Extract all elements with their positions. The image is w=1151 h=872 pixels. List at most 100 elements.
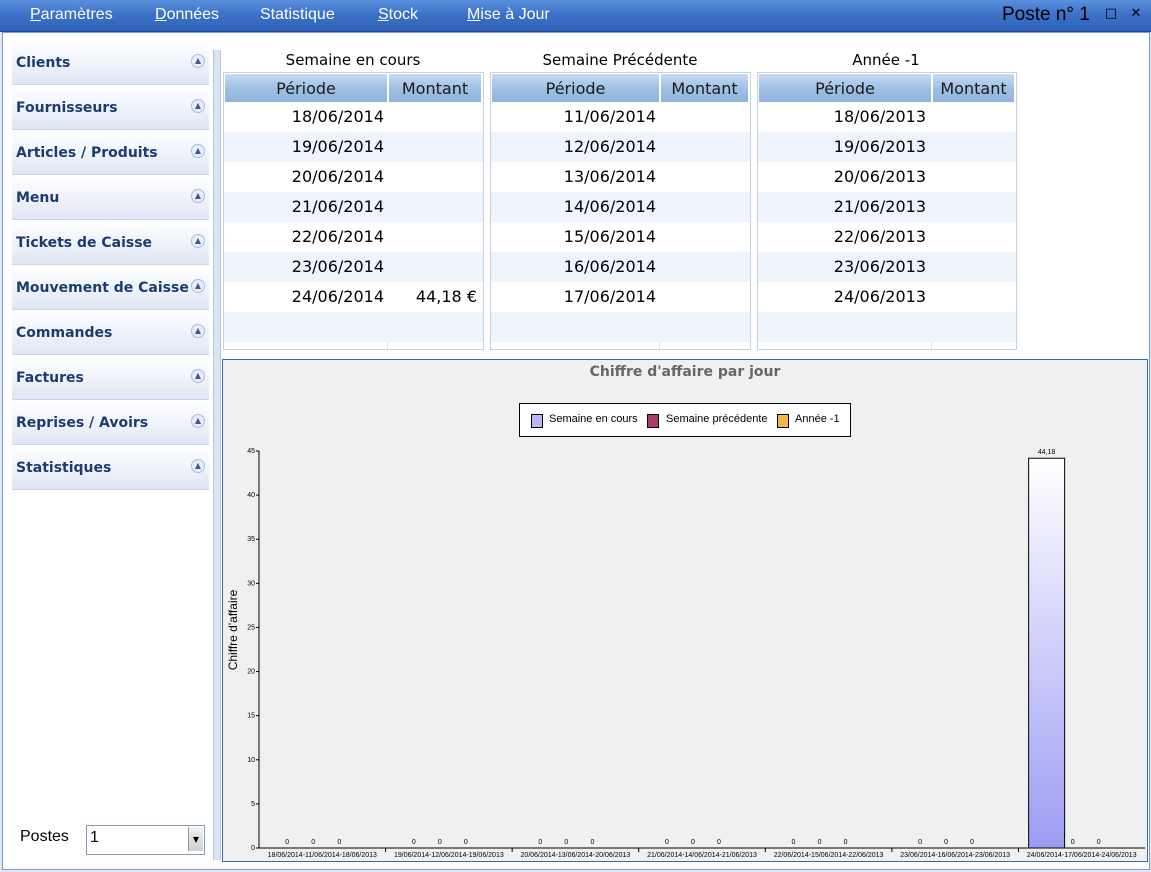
- chevron-up-icon[interactable]: ▲: [191, 324, 205, 338]
- data-label: 0: [944, 839, 948, 846]
- chevron-down-icon[interactable]: ▼: [188, 827, 203, 851]
- restore-icon[interactable]: □: [1102, 5, 1120, 23]
- window-title: Poste n° 1: [1002, 4, 1090, 25]
- sidebar-item-fournisseurs[interactable]: Fournisseurs ▲: [12, 86, 209, 130]
- table-title-semaine-en-cours: Semaine en cours: [285, 51, 421, 69]
- sidebar-item-label: Mouvement de Caisse: [16, 280, 189, 296]
- table-title-semaine-precedente: Semaine Précédente: [542, 51, 698, 69]
- splitter[interactable]: [213, 50, 221, 860]
- table-row-empty: [224, 312, 483, 342]
- table-row[interactable]: 13/06/2014: [491, 162, 750, 192]
- grid-annee-1: Période Montant 18/06/2013 19/06/2013 20…: [757, 72, 1017, 350]
- grid-semaine-en-cours: Période Montant 18/06/2014 19/06/2014 20…: [223, 72, 484, 350]
- sidebar-item-clients[interactable]: Clients ▲: [12, 41, 209, 85]
- col-header-periode[interactable]: Période: [492, 74, 660, 102]
- chevron-up-icon[interactable]: ▲: [191, 54, 205, 68]
- data-label: 0: [665, 839, 669, 846]
- y-tick-label: 5: [251, 801, 255, 808]
- menu-donnees[interactable]: Données: [155, 6, 219, 24]
- y-tick-label: 15: [247, 713, 255, 720]
- col-header-montant[interactable]: Montant: [389, 74, 482, 102]
- data-label: 0: [337, 839, 341, 846]
- data-label: 44,18: [1038, 449, 1056, 456]
- table-row[interactable]: 21/06/2013: [758, 192, 1016, 222]
- sidebar-item-factures[interactable]: Factures ▲: [12, 356, 209, 400]
- table-row[interactable]: 20/06/2014: [224, 162, 483, 192]
- table-row[interactable]: 12/06/2014: [491, 132, 750, 162]
- table-row[interactable]: 15/06/2014: [491, 222, 750, 252]
- data-label: 0: [464, 839, 468, 846]
- menu-parametres[interactable]: Paramètres: [30, 6, 113, 24]
- close-icon[interactable]: ✕: [1127, 5, 1145, 23]
- chevron-up-icon[interactable]: ▲: [191, 189, 205, 203]
- sidebar-item-label: Commandes: [16, 325, 113, 341]
- y-tick-label: 45: [247, 448, 255, 455]
- sidebar-item-menu[interactable]: Menu ▲: [12, 176, 209, 220]
- x-tick-label: 18/06/2014-11/06/2014-18/06/2013: [268, 852, 377, 859]
- menu-stock[interactable]: Stock: [378, 6, 418, 24]
- chevron-up-icon[interactable]: ▲: [191, 369, 205, 383]
- chevron-up-icon[interactable]: ▲: [191, 459, 205, 473]
- table-row[interactable]: 24/06/2014 44,18 €: [224, 282, 483, 312]
- table-row[interactable]: 19/06/2013: [758, 132, 1016, 162]
- x-tick-label: 22/06/2014-15/06/2014-22/06/2013: [774, 852, 884, 859]
- table-row[interactable]: 21/06/2014: [224, 192, 483, 222]
- x-tick-label: 19/06/2014-12/06/2014-19/06/2013: [394, 852, 504, 859]
- table-row[interactable]: 18/06/2014: [224, 102, 483, 132]
- sidebar-item-articles[interactable]: Articles / Produits ▲: [12, 131, 209, 175]
- data-label: 0: [1071, 839, 1075, 846]
- menu-statistique[interactable]: Statistique: [260, 6, 335, 24]
- table-row[interactable]: 17/06/2014: [491, 282, 750, 312]
- chevron-up-icon[interactable]: ▲: [191, 144, 205, 158]
- table-row[interactable]: 19/06/2014: [224, 132, 483, 162]
- data-label: 0: [691, 839, 695, 846]
- table-row[interactable]: 16/06/2014: [491, 252, 750, 282]
- data-label: 0: [538, 839, 542, 846]
- data-label: 0: [1097, 839, 1101, 846]
- sidebar-item-reprises[interactable]: Reprises / Avoirs ▲: [12, 401, 209, 445]
- sidebar-item-tickets[interactable]: Tickets de Caisse ▲: [12, 221, 209, 265]
- col-header-montant[interactable]: Montant: [933, 74, 1015, 102]
- y-tick-label: 30: [247, 580, 255, 587]
- grid-semaine-precedente: Période Montant 11/06/2014 12/06/2014 13…: [490, 72, 751, 350]
- menu-bar: Paramètres Données Statistique Stock Mis…: [0, 0, 1151, 32]
- sidebar-item-mouvement[interactable]: Mouvement de Caisse ▲: [12, 266, 209, 310]
- postes-label: Postes: [20, 828, 69, 845]
- x-tick-label: 24/06/2014-17/06/2014-24/06/2013: [1027, 852, 1137, 859]
- table-row[interactable]: 22/06/2014: [224, 222, 483, 252]
- col-header-periode[interactable]: Période: [225, 74, 388, 102]
- sidebar-item-statistiques[interactable]: Statistiques ▲: [12, 446, 209, 490]
- data-label: 0: [412, 839, 416, 846]
- sidebar-item-label: Factures: [16, 370, 84, 386]
- chevron-up-icon[interactable]: ▲: [191, 414, 205, 428]
- table-row[interactable]: 20/06/2013: [758, 162, 1016, 192]
- chevron-up-icon[interactable]: ▲: [191, 279, 205, 293]
- y-tick-label: 20: [247, 669, 255, 676]
- sidebar-item-label: Articles / Produits: [16, 145, 158, 161]
- table-row[interactable]: 24/06/2013: [758, 282, 1016, 312]
- table-row[interactable]: 23/06/2013: [758, 252, 1016, 282]
- chevron-up-icon[interactable]: ▲: [191, 99, 205, 113]
- x-tick-label: 21/06/2014-14/06/2014-21/06/2013: [647, 852, 757, 859]
- data-label: 0: [311, 839, 315, 846]
- table-row-empty: [758, 312, 1016, 342]
- postes-select[interactable]: 1 ▼: [86, 825, 205, 855]
- sidebar-item-label: Tickets de Caisse: [16, 235, 153, 251]
- table-row[interactable]: 22/06/2013: [758, 222, 1016, 252]
- sidebar-item-label: Statistiques: [16, 460, 112, 476]
- menu-mise-a-jour[interactable]: Mise à Jour: [467, 6, 550, 24]
- sidebar-item-commandes[interactable]: Commandes ▲: [12, 311, 209, 355]
- table-row[interactable]: 11/06/2014: [491, 102, 750, 132]
- table-row[interactable]: 14/06/2014: [491, 192, 750, 222]
- bar-semaine-en-cours: [1028, 457, 1066, 849]
- table-row[interactable]: 18/06/2013: [758, 102, 1016, 132]
- y-tick-label: 25: [247, 624, 255, 631]
- chevron-up-icon[interactable]: ▲: [191, 234, 205, 248]
- data-label: 0: [590, 839, 594, 846]
- table-row[interactable]: 23/06/2014: [224, 252, 483, 282]
- data-label: 0: [818, 839, 822, 846]
- col-header-montant[interactable]: Montant: [661, 74, 749, 102]
- data-label: 0: [918, 839, 922, 846]
- col-header-periode[interactable]: Période: [759, 74, 932, 102]
- table-title-annee-1: Année -1: [852, 51, 920, 69]
